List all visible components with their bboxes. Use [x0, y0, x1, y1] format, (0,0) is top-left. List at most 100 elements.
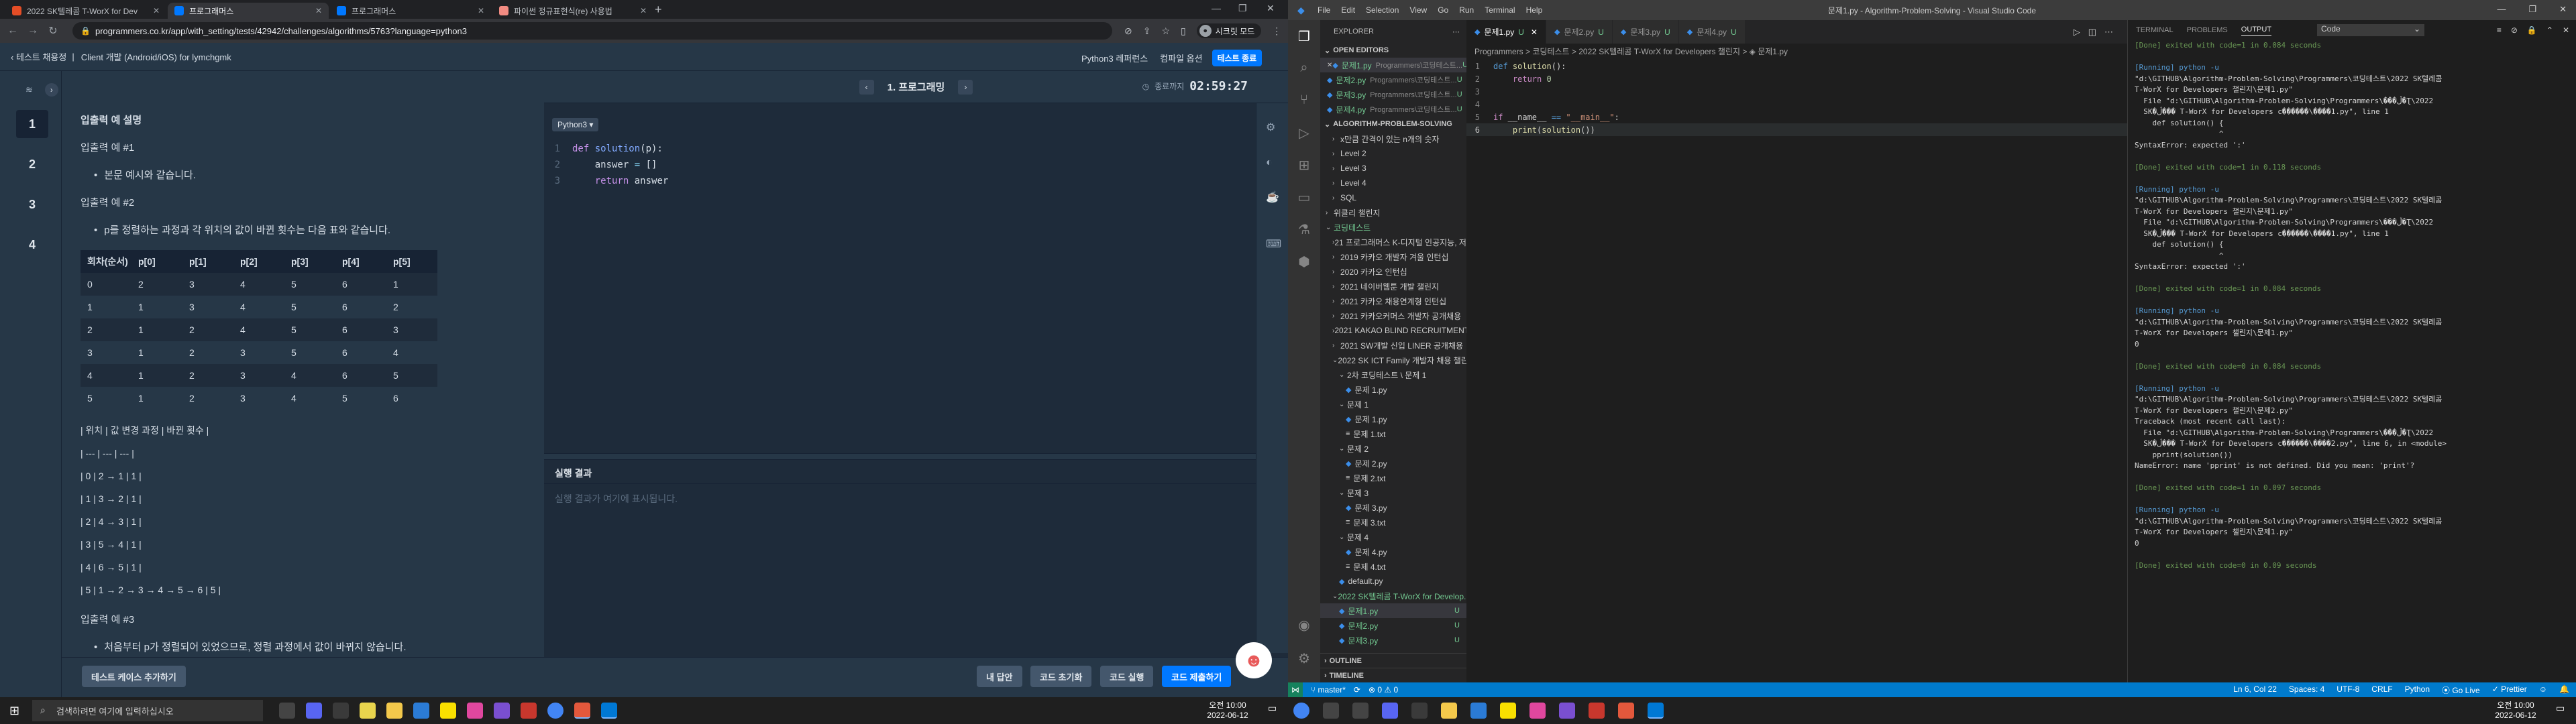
- sidepanel-icon[interactable]: ▯: [1181, 25, 1186, 37]
- end-test-button[interactable]: 테스트 종료: [1212, 50, 1263, 66]
- kakaotalk-icon[interactable]: [440, 703, 456, 719]
- eye-off-icon[interactable]: ⊘: [1124, 25, 1132, 37]
- more-actions-icon[interactable]: ⋯: [1452, 27, 1466, 36]
- cup-icon[interactable]: ☕: [1266, 190, 1279, 204]
- tree-item[interactable]: › 2019 카카오 개발자 겨울 인턴십: [1320, 249, 1466, 264]
- tree-item[interactable]: ◆ 문제 1.py: [1320, 412, 1466, 426]
- split-editor-icon[interactable]: ◫: [2088, 27, 2096, 38]
- tree-item[interactable]: ≡ 문제 3.txt: [1320, 515, 1466, 530]
- tree-item[interactable]: › 2021 KAKAO BLIND RECRUITMENT: [1320, 323, 1466, 338]
- menu-item-go[interactable]: Go: [1438, 5, 1448, 15]
- problems-count[interactable]: ⊗ 0 ⚠ 0: [1368, 685, 1398, 695]
- gear-icon[interactable]: ⚙: [1296, 650, 1312, 667]
- address-bar[interactable]: 🔒 programmers.co.kr/app/with_setting/tes…: [72, 22, 1112, 40]
- minimize-icon[interactable]: —: [1212, 3, 1221, 13]
- chrome-icon[interactable]: [547, 703, 564, 719]
- tab-output[interactable]: OUTPUT: [2241, 25, 2271, 36]
- language-mode[interactable]: Python: [2405, 684, 2430, 696]
- task-view-icon[interactable]: [1352, 703, 1368, 719]
- mail-icon[interactable]: [1470, 703, 1487, 719]
- menu-item-edit[interactable]: Edit: [1341, 5, 1355, 15]
- language-select[interactable]: Python3 ▾: [552, 118, 598, 131]
- app-icon[interactable]: [1589, 703, 1605, 719]
- maximize-panel-icon[interactable]: ⌃: [2546, 25, 2553, 35]
- close-icon[interactable]: ✕: [640, 6, 647, 15]
- tree-item[interactable]: › 2021 네이버웹툰 개발 챌린지: [1320, 279, 1466, 294]
- reset-code-button[interactable]: 코드 초기화: [1030, 666, 1091, 687]
- add-test-case-button[interactable]: 테스트 케이스 추가하기: [82, 666, 186, 687]
- new-tab-icon[interactable]: +: [655, 3, 662, 17]
- keyboard-icon[interactable]: ⌨: [1266, 237, 1281, 251]
- tree-item[interactable]: ◆ 문제 1.py: [1320, 382, 1466, 397]
- feedback-icon[interactable]: ☺: [2539, 684, 2547, 696]
- testing-icon[interactable]: ⚗: [1296, 221, 1312, 238]
- tree-item[interactable]: › 2021 카카오커머스 개발자 공개채용: [1320, 308, 1466, 323]
- task-view-icon[interactable]: [279, 703, 295, 719]
- mascot-chat-icon[interactable]: ☻: [1236, 642, 1272, 678]
- close-icon[interactable]: ✕: [1531, 27, 1538, 37]
- lock-scroll-icon[interactable]: 🔒: [2527, 25, 2537, 35]
- tree-item[interactable]: › 위클리 챌린지: [1320, 205, 1466, 220]
- editor-tab[interactable]: ◆ 문제2.py U: [1546, 20, 1613, 44]
- tree-item[interactable]: ◆ 문제 2.py: [1320, 456, 1466, 471]
- tree-item[interactable]: ⌄ 문제 4: [1320, 530, 1466, 544]
- clock-right[interactable]: 오전 10:00 2022-06-12: [2482, 701, 2549, 721]
- tree-item[interactable]: ◆ 문제 3.py: [1320, 500, 1466, 515]
- tree-item[interactable]: ⌄ 문제 2: [1320, 441, 1466, 456]
- close-icon[interactable]: ✕: [478, 6, 484, 15]
- vscode-code-editor[interactable]: 1 def solution(): 2 return 0 3 4 5 if __na…: [1466, 58, 2127, 682]
- close-icon[interactable]: ✕: [315, 6, 322, 15]
- open-editor-item[interactable]: ✕ ◆ 문제1.py Programmers\코딩테스트... U: [1320, 58, 1466, 72]
- next-problem-icon[interactable]: ›: [958, 80, 973, 95]
- onenote-icon[interactable]: [1559, 703, 1575, 719]
- tree-item[interactable]: ≡ 문제 1.txt: [1320, 426, 1466, 441]
- run-icon[interactable]: ▷: [2074, 27, 2080, 38]
- list-filter-icon[interactable]: ≡: [2497, 25, 2502, 35]
- cursor-position[interactable]: Ln 6, Col 22: [2233, 684, 2277, 696]
- close-icon[interactable]: ✕: [1327, 62, 1332, 69]
- workspace-section[interactable]: ⌄ ALGORITHM-PROBLEM-SOLVING: [1320, 117, 1466, 131]
- clock-left[interactable]: 오전 10:00 2022-06-12: [1194, 701, 1261, 721]
- go-live[interactable]: ⦿ Go Live: [2442, 684, 2480, 696]
- taskbar-search[interactable]: ⌕ 검색하려면 여기에 입력하십시오: [32, 700, 263, 721]
- incognito-badge[interactable]: ● 시크릿 모드: [1197, 23, 1262, 38]
- split-handle[interactable]: [544, 453, 1256, 460]
- tree-item[interactable]: ◆ 문제 4.py: [1320, 544, 1466, 559]
- timeline-section[interactable]: › TIMELINE: [1320, 668, 1466, 682]
- chrome-active-icon[interactable]: [1618, 703, 1634, 719]
- menu-item-run[interactable]: Run: [1459, 5, 1474, 15]
- github-icon[interactable]: [1411, 703, 1428, 719]
- bookmark-star-icon[interactable]: ☆: [1161, 25, 1170, 37]
- tree-item[interactable]: ⌄ 2022 SK텔레콤 T-WorX for Develop...: [1320, 589, 1466, 603]
- editor-tab[interactable]: ◆ 문제3.py U: [1613, 20, 1679, 44]
- back-to-test-link[interactable]: ‹ 테스트 채용정: [11, 50, 66, 63]
- tree-item[interactable]: ⌄ 문제 1: [1320, 397, 1466, 412]
- open-editor-item[interactable]: ◆ 문제3.py Programmers\코딩테스트... U: [1320, 87, 1466, 102]
- tree-item[interactable]: ⌄ 코딩테스트: [1320, 220, 1466, 235]
- tree-item[interactable]: ◆ 문제1.py U: [1320, 603, 1466, 618]
- compiler-options-link[interactable]: 컴파일 옵션: [1160, 52, 1202, 64]
- tree-item[interactable]: ⌄ 문제 3: [1320, 485, 1466, 500]
- breadcrumb[interactable]: Programmers > 코딩테스트 > 2022 SK텔레콤 T-WorX …: [1466, 44, 2127, 58]
- files-icon[interactable]: ❐: [1296, 28, 1312, 45]
- question-2-button[interactable]: 2: [16, 150, 48, 178]
- menu-item-view[interactable]: View: [1409, 5, 1427, 15]
- editor-tab[interactable]: ◆ 문제4.py U: [1679, 20, 1746, 44]
- github-icon[interactable]: [333, 703, 349, 719]
- forward-icon[interactable]: →: [23, 25, 43, 37]
- onenote-icon[interactable]: [494, 703, 510, 719]
- back-icon[interactable]: ←: [3, 25, 23, 37]
- outline-section[interactable]: › OUTLINE: [1320, 653, 1466, 668]
- tab-problems[interactable]: PROBLEMS: [2187, 26, 2228, 34]
- sync-icon[interactable]: ⟳: [1354, 685, 1360, 695]
- search-icon[interactable]: ⌕: [1296, 60, 1312, 76]
- tree-item[interactable]: ⌄ 2022 SK ICT Family 개발자 채용 챌린지: [1320, 353, 1466, 367]
- minimize-icon[interactable]: —: [2497, 4, 2506, 15]
- close-icon[interactable]: ✕: [153, 6, 160, 15]
- remote-icon[interactable]: ⋈: [1288, 682, 1303, 697]
- mail-icon[interactable]: [413, 703, 429, 719]
- tree-item[interactable]: ◆ 문제3.py U: [1320, 633, 1466, 648]
- discord-icon[interactable]: [306, 703, 322, 719]
- python-icon[interactable]: ⬢: [1296, 253, 1312, 270]
- menu-item-file[interactable]: File: [1318, 5, 1330, 15]
